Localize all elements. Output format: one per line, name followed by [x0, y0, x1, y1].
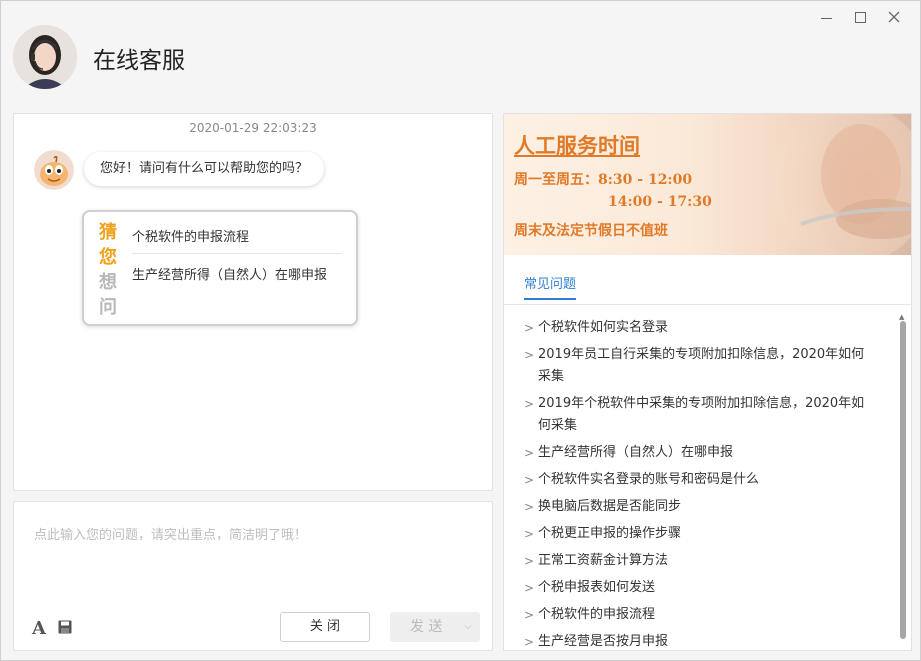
message-timestamp: 2020-01-29 22:03:23 — [189, 121, 317, 135]
chat-window: 在线客服 2020-01-29 22:03:23 您好！请问有什么可以帮助您的吗… — [0, 0, 921, 661]
chevron-right-icon: > — [524, 635, 535, 649]
list-item[interactable]: > 个税软件如何实名登录 — [504, 317, 896, 339]
send-button[interactable]: 发 送 ⌵ — [390, 612, 480, 642]
minimize-icon — [820, 17, 832, 19]
list-item[interactable]: > 个税更正申报的操作步骤 — [504, 523, 896, 545]
banner-photo — [771, 114, 911, 255]
chevron-right-icon: > — [524, 321, 535, 335]
list-item[interactable]: > 正常工资薪金计算方法 — [504, 550, 896, 572]
page-title: 在线客服 — [93, 47, 185, 73]
minimize-button[interactable] — [812, 7, 840, 27]
agent-avatar — [13, 25, 77, 89]
close-window-button[interactable] — [880, 7, 908, 27]
banner-hours-weekday-morning: 周一至周五：8:30 - 12:00 — [514, 172, 693, 188]
list-item[interactable]: > 个税申报表如何发送 — [504, 577, 896, 599]
chevron-right-icon: > — [524, 397, 535, 411]
list-item[interactable]: > 生产经营所得（自然人）在哪申报 — [504, 442, 896, 464]
list-item[interactable]: >2019年个税软件中采集的专项附加扣除信息，2020年如何采集 — [504, 393, 896, 437]
bot-message-bubble: 您好！请问有什么可以帮助您的吗？ — [84, 152, 325, 186]
header: 在线客服 — [1, 1, 920, 113]
chevron-right-icon: > — [524, 473, 535, 487]
chevron-right-icon: > — [524, 500, 535, 514]
tab-faq[interactable]: 常见问题 — [524, 273, 577, 300]
info-panel: 人工服务时间 周一至周五：8:30 - 12:00 14:00 - 17:30 … — [503, 113, 912, 651]
guess-tag: 猜 您 想 问 — [99, 222, 117, 318]
chevron-right-icon: > — [524, 554, 535, 568]
send-button-label: 发 送 — [410, 619, 443, 635]
faq-list: > 个税软件如何实名登录 >2019年员工自行采集的专项附加扣除信息，2020年如… — [504, 317, 896, 650]
bot-avatar — [34, 150, 74, 190]
banner-hours-weekday-afternoon: 14:00 - 17:30 — [608, 194, 712, 210]
chevron-right-icon: > — [524, 446, 535, 460]
list-item[interactable]: > 生产经营是否按月申报 — [504, 631, 896, 650]
close-button[interactable]: 关 闭 — [280, 612, 370, 642]
font-icon[interactable]: A — [32, 618, 46, 639]
scroll-thumb[interactable] — [900, 321, 906, 639]
chevron-right-icon: > — [524, 608, 535, 622]
chevron-right-icon: > — [524, 527, 535, 541]
scroll-down-icon[interactable]: ▼ — [899, 649, 904, 650]
suggested-question[interactable]: 生产经营所得（自然人）在哪申报 — [132, 264, 327, 283]
list-item[interactable]: > 个税软件的申报流程 — [504, 604, 896, 626]
chevron-right-icon: > — [524, 581, 535, 595]
chat-panel: 2020-01-29 22:03:23 您好！请问有什么可以帮助您的吗？ 猜 您… — [13, 113, 493, 491]
maximize-button[interactable] — [846, 7, 874, 27]
list-item[interactable]: > 换电脑后数据是否能同步 — [504, 496, 896, 518]
input-panel: A 关 闭 发 送 ⌵ — [13, 501, 493, 651]
banner-note: 周末及法定节假日不值班 — [514, 223, 668, 239]
save-icon[interactable] — [58, 620, 72, 634]
list-item[interactable]: > 个税软件实名登录的账号和密码是什么 — [504, 469, 896, 491]
divider — [132, 253, 342, 254]
suggested-questions-card: 猜 您 想 问 个税软件的申报流程 生产经营所得（自然人）在哪申报 — [82, 210, 358, 326]
service-hours-banner: 人工服务时间 周一至周五：8:30 - 12:00 14:00 - 17:30 … — [504, 114, 911, 255]
message-input[interactable] — [14, 502, 492, 602]
chevron-down-icon[interactable]: ⌵ — [464, 612, 472, 642]
maximize-icon — [854, 11, 866, 23]
window-controls — [812, 7, 908, 27]
tab-bar: 常见问题 — [504, 255, 911, 305]
close-icon — [888, 11, 900, 23]
banner-title: 人工服务时间 — [514, 133, 640, 158]
suggested-question[interactable]: 个税软件的申报流程 — [132, 226, 249, 245]
scroll-up-icon[interactable]: ▲ — [899, 313, 904, 321]
faq-scrollbar[interactable]: ▲ ▼ — [899, 313, 907, 650]
list-item[interactable]: >2019年员工自行采集的专项附加扣除信息，2020年如何采集 — [504, 344, 896, 388]
chevron-right-icon: > — [524, 348, 535, 362]
